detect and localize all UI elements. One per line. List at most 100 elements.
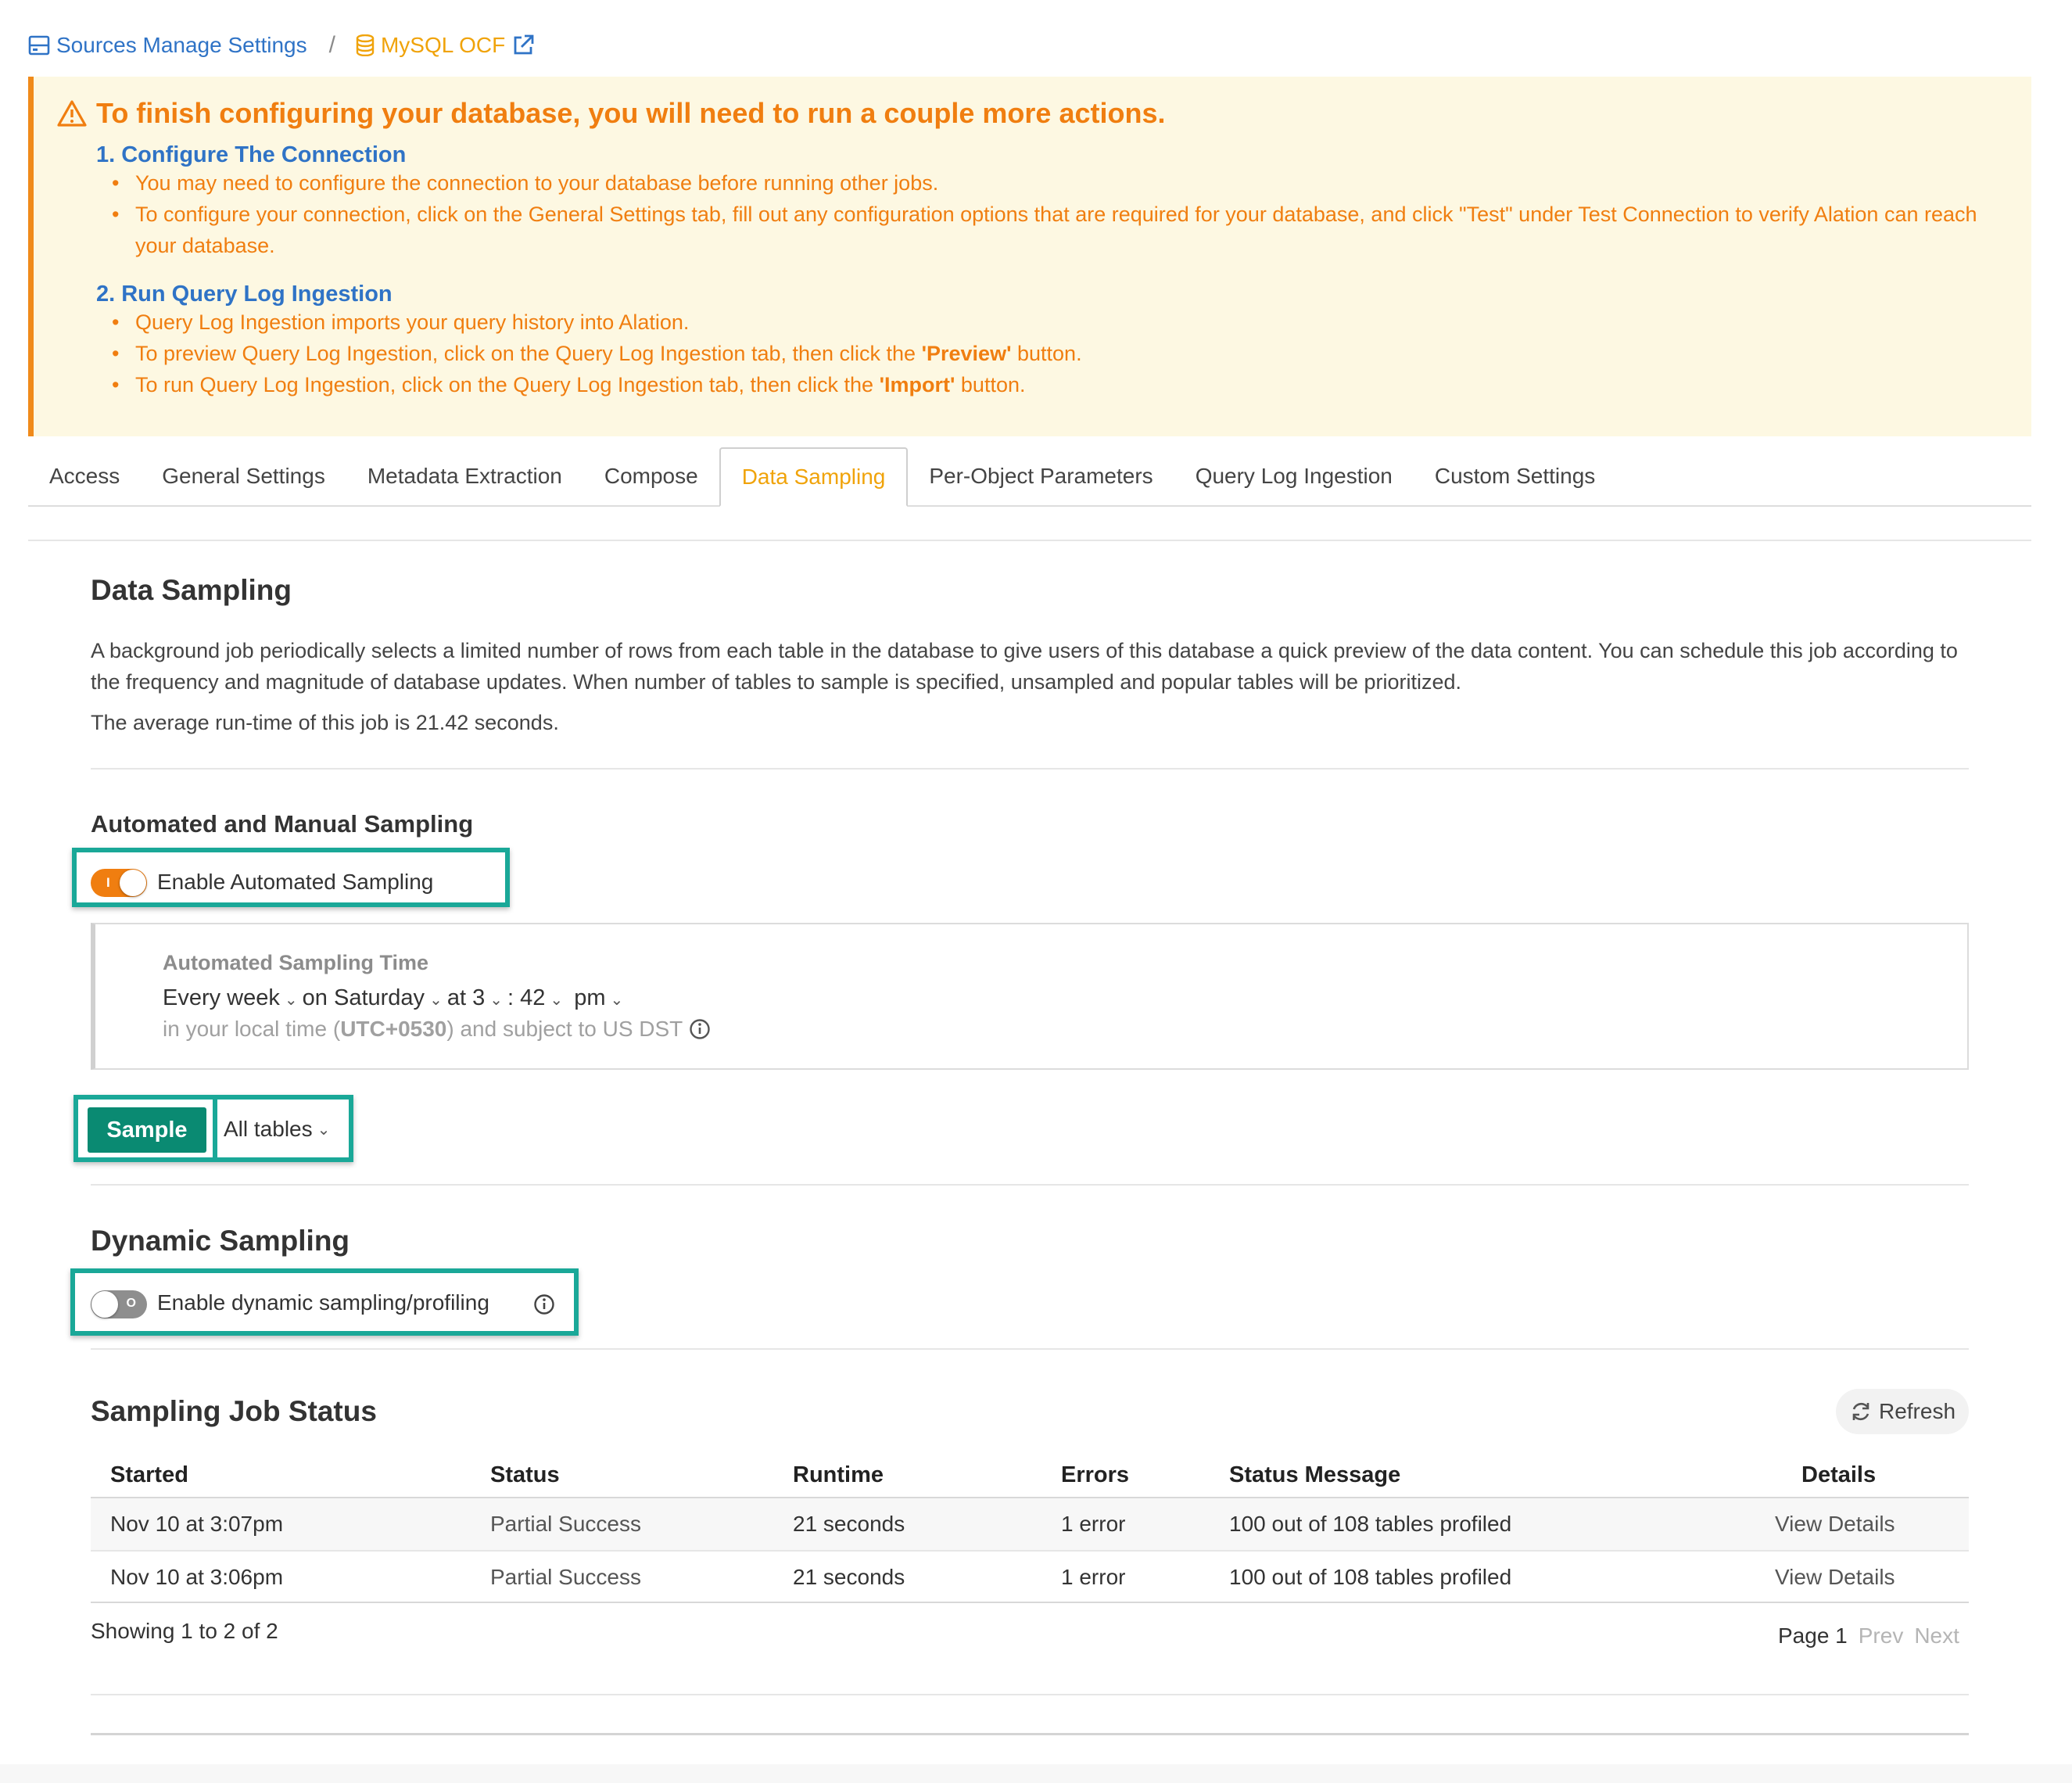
section-title-dynamic-sampling: Dynamic Sampling	[91, 1225, 350, 1257]
cell-status: Partial Success	[490, 1565, 641, 1589]
view-details-link[interactable]: View Details	[1775, 1512, 1895, 1537]
import-keyword: 'Import'	[879, 373, 955, 396]
refresh-icon	[1852, 1402, 1869, 1421]
item-text: To run Query Log Ingestion, click on the…	[135, 373, 880, 396]
toggle-off-mark: O	[126, 1297, 136, 1310]
chevron-down-icon: ⌄	[317, 1121, 331, 1139]
chevron-down-icon: ⌄	[429, 992, 443, 1009]
table-bottom-divider	[91, 1602, 1969, 1603]
list-item: Query Log Ingestion imports your query h…	[112, 307, 1981, 338]
refresh-label: Refresh	[1878, 1399, 1956, 1423]
breadcrumb-separator: /	[328, 32, 335, 58]
tab-data-sampling[interactable]: Data Sampling	[719, 447, 909, 507]
day-select[interactable]: Saturday ⌄	[334, 985, 447, 1011]
breadcrumb-parent-label: Sources Manage Settings	[56, 33, 307, 57]
timezone-value: UTC+0530	[340, 1017, 447, 1041]
list-item: To run Query Log Ingestion, click on the…	[112, 369, 1981, 400]
column-header-started[interactable]: Started	[110, 1462, 188, 1488]
tab-compose[interactable]: Compose	[583, 447, 719, 505]
time-colon: :	[507, 985, 514, 1010]
tab-query-log-ingestion[interactable]: Query Log Ingestion	[1174, 447, 1414, 505]
toggle-knob	[120, 870, 146, 896]
table-row: Nov 10 at 3:07pm Partial Success 21 seco…	[91, 1498, 1969, 1550]
next-page-button[interactable]: Next	[1914, 1623, 1959, 1648]
refresh-button[interactable]: Refresh	[1836, 1389, 1969, 1434]
automated-sampling-toggle[interactable]: I	[91, 869, 147, 897]
chevron-down-icon: ⌄	[284, 992, 298, 1009]
page-bottom-band	[0, 1764, 2072, 1783]
column-header-details[interactable]: Details	[1801, 1462, 1876, 1488]
column-header-errors[interactable]: Errors	[1061, 1462, 1129, 1488]
tab-general-settings[interactable]: General Settings	[141, 447, 346, 505]
breadcrumb-current-link[interactable]: MySQL OCF	[356, 33, 535, 58]
day-prefix: on	[302, 985, 328, 1010]
cell-status: Partial Success	[490, 1512, 641, 1536]
toggle-knob	[91, 1291, 118, 1318]
section-title-sampling-job-status: Sampling Job Status	[91, 1395, 377, 1427]
column-header-runtime[interactable]: Runtime	[793, 1462, 884, 1488]
info-icon[interactable]	[533, 1293, 555, 1315]
cell-errors: 1 error	[1061, 1512, 1126, 1536]
cell-started: Nov 10 at 3:06pm	[110, 1565, 284, 1589]
cell-runtime: 21 seconds	[793, 1512, 905, 1536]
item-text: button.	[955, 373, 1026, 396]
tab-metadata-extraction[interactable]: Metadata Extraction	[346, 447, 583, 505]
data-sampling-description: A background job periodically selects a …	[91, 639, 1958, 694]
banner-title: To finish configuring your database, you…	[57, 97, 1166, 130]
view-details-link[interactable]: View Details	[1775, 1565, 1895, 1590]
cell-errors: 1 error	[1061, 1565, 1126, 1589]
day-value: Saturday	[333, 985, 425, 1010]
hour-value: 3	[472, 985, 486, 1010]
table-row: Nov 10 at 3:06pm Partial Success 21 seco…	[91, 1552, 1969, 1603]
timezone-note: in your local time (UTC+0530) and subjec…	[163, 1017, 711, 1042]
item-text: button.	[1011, 342, 1082, 365]
note-prefix: in your local time (	[163, 1017, 341, 1041]
banner-step-configure-connection: 1. Configure The Connection	[96, 142, 407, 167]
external-link-icon[interactable]	[511, 34, 535, 57]
automated-sampling-label: Enable Automated Sampling	[157, 870, 434, 894]
divider	[91, 768, 1969, 770]
divider	[91, 1694, 1969, 1695]
chevron-down-icon: ⌄	[610, 992, 624, 1009]
chevron-down-icon: ⌄	[550, 992, 564, 1009]
tab-custom-settings[interactable]: Custom Settings	[1414, 447, 1616, 505]
database-icon	[356, 34, 375, 56]
column-header-status-message[interactable]: Status Message	[1229, 1462, 1400, 1488]
timezone-note-text: in your local time (UTC+0530) and subjec…	[163, 1017, 683, 1042]
tables-select-value: All tables	[224, 1117, 313, 1141]
pagination: Page 1 Prev Next	[1778, 1623, 1959, 1648]
item-text: To preview Query Log Ingestion, click on…	[135, 342, 922, 365]
sampling-time-title: Automated Sampling Time	[163, 951, 429, 974]
ampm-select[interactable]: pm ⌄	[574, 985, 628, 1011]
banner-title-text: To finish configuring your database, you…	[96, 97, 1166, 129]
hour-select[interactable]: 3 ⌄	[472, 985, 507, 1011]
minute-select[interactable]: 42 ⌄	[520, 985, 568, 1011]
dynamic-sampling-label: Enable dynamic sampling/profiling	[157, 1290, 489, 1315]
tables-select[interactable]: All tables ⌄	[224, 1110, 346, 1148]
note-suffix: ) and subject to US DST	[446, 1017, 683, 1041]
info-icon[interactable]	[689, 1018, 711, 1040]
cell-status-message: 100 out of 108 tables profiled	[1229, 1512, 1512, 1536]
tab-access[interactable]: Access	[28, 447, 141, 505]
average-runtime-text: The average run-time of this job is 21.4…	[91, 711, 559, 734]
prev-page-button[interactable]: Prev	[1859, 1623, 1904, 1648]
column-header-status[interactable]: Status	[490, 1462, 560, 1488]
pagination-summary: Showing 1 to 2 of 2	[91, 1619, 278, 1643]
banner-step-run-query-log-ingestion: 2. Run Query Log Ingestion	[96, 282, 393, 307]
banner-step1-list: You may need to configure the connection…	[112, 167, 1981, 261]
automated-sampling-time-panel: Automated Sampling Time Every week ⌄ on S…	[91, 923, 1969, 1070]
cell-runtime: 21 seconds	[793, 1565, 905, 1589]
sample-button[interactable]: Sample	[88, 1107, 206, 1153]
breadcrumb-parent-link[interactable]: Sources Manage Settings	[28, 33, 307, 58]
tab-per-object-parameters[interactable]: Per-Object Parameters	[908, 447, 1174, 505]
divider	[91, 1733, 1969, 1735]
server-icon	[28, 35, 50, 56]
frequency-select[interactable]: Every week ⌄	[163, 985, 303, 1011]
frequency-value: Every week	[163, 985, 280, 1010]
dynamic-sampling-toggle[interactable]: O	[91, 1290, 147, 1318]
setup-warning-banner: To finish configuring your database, you…	[28, 77, 2031, 436]
at-label: at	[446, 985, 467, 1010]
divider	[91, 1348, 1969, 1350]
warning-icon	[57, 100, 87, 127]
section-title-data-sampling: Data Sampling	[91, 574, 292, 606]
